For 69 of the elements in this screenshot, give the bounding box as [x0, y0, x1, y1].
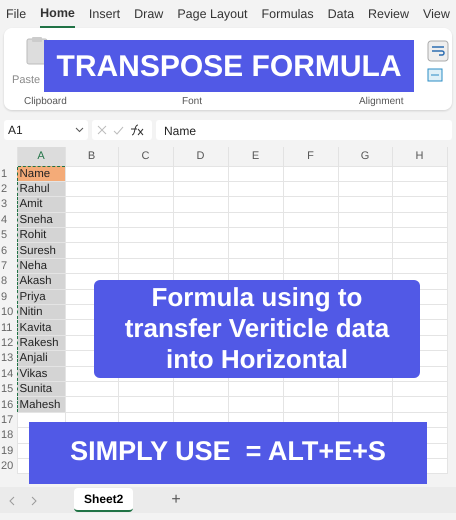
sheet-tab[interactable]: Sheet2	[74, 488, 134, 512]
ribbon-tab[interactable]: Page Layout	[177, 0, 248, 28]
table-cell: Priya	[17, 289, 65, 305]
row-header[interactable]: 20	[0, 458, 17, 474]
row-header[interactable]: 10	[0, 304, 17, 320]
row-header[interactable]: 19	[0, 443, 17, 458]
row-header[interactable]: 3	[0, 196, 17, 212]
merge-icon[interactable]	[427, 68, 443, 82]
row-header[interactable]: 1	[0, 166, 17, 182]
table-cell: Suresh	[17, 242, 65, 258]
row-header[interactable]: 6	[0, 242, 17, 258]
column-header[interactable]: C	[118, 147, 173, 166]
column-header[interactable]: D	[173, 147, 228, 166]
column-header[interactable]: F	[283, 147, 338, 166]
row-header[interactable]: 7	[0, 258, 17, 274]
table-cell: Sneha	[17, 212, 65, 228]
row-header[interactable]: 17	[0, 412, 17, 428]
caption-text: Formula using to transfer Veriticle data into Horizontal	[94, 280, 420, 378]
table-cell: Vikas	[17, 366, 65, 382]
ribbon-tab[interactable]: Review	[368, 0, 410, 28]
column-header[interactable]: G	[338, 147, 392, 166]
chevron-right-icon	[31, 496, 38, 506]
row-header[interactable]: 5	[0, 228, 17, 243]
caption-banner: SIMPLY USE = ALT+E+S	[29, 422, 427, 484]
ribbon-tab[interactable]: Draw	[134, 0, 164, 28]
chevron-left-icon	[8, 496, 15, 506]
row-header[interactable]: 14	[0, 366, 17, 382]
group-label: Alignment	[359, 95, 404, 109]
table-cell: Amit	[17, 196, 65, 212]
add-sheet-button[interactable]: +	[163, 488, 189, 512]
column-header[interactable]: H	[392, 147, 447, 166]
group-label: Clipboard	[24, 95, 67, 109]
row-header[interactable]: 4	[0, 212, 17, 228]
group-label: Font	[182, 95, 202, 109]
table-cell: Akash	[17, 274, 65, 290]
table-cell: Rahul	[17, 181, 65, 197]
chevron-icon	[75, 127, 84, 133]
wrap-text-icon[interactable]	[427, 40, 449, 62]
column-header[interactable]: A	[17, 147, 65, 166]
ribbon-tab[interactable]: View	[423, 0, 450, 28]
row-header[interactable]: 15	[0, 381, 17, 397]
ribbon-tab[interactable]: Data	[328, 0, 354, 28]
fx-icons	[92, 120, 152, 140]
row-header[interactable]: 11	[0, 320, 17, 336]
row-header[interactable]: 8	[0, 274, 17, 290]
table-cell: Rohit	[17, 228, 65, 243]
table-cell: Anjali	[17, 350, 65, 366]
formula-input[interactable]: Name	[156, 120, 452, 140]
table-cell: Nitin	[17, 304, 65, 320]
name-box[interactable]: A1	[4, 120, 88, 140]
table-cell: Rakesh	[17, 335, 65, 351]
table-cell: Mahesh	[17, 396, 65, 412]
column-header[interactable]: E	[228, 147, 283, 166]
table-cell: Neha	[17, 258, 65, 274]
paste-label[interactable]: Paste	[12, 72, 40, 88]
ribbon-tab[interactable]: File	[6, 0, 26, 28]
caption-banner: TRANSPOSE FORMULA	[44, 40, 414, 92]
table-cell: Sunita	[17, 381, 65, 397]
row-header[interactable]: 16	[0, 396, 17, 412]
column-header[interactable]: B	[65, 147, 118, 166]
row-header[interactable]: 9	[0, 289, 17, 305]
row-header[interactable]: 18	[0, 428, 17, 444]
table-cell: Name	[17, 166, 65, 182]
row-header[interactable]: 2	[0, 181, 17, 197]
table-cell: Kavita	[17, 320, 65, 336]
row-header[interactable]: 13	[0, 350, 17, 366]
row-header[interactable]: 12	[0, 335, 17, 351]
ribbon-tab[interactable]: Formulas	[262, 0, 314, 28]
ribbon-tab[interactable]: Insert	[88, 0, 120, 28]
